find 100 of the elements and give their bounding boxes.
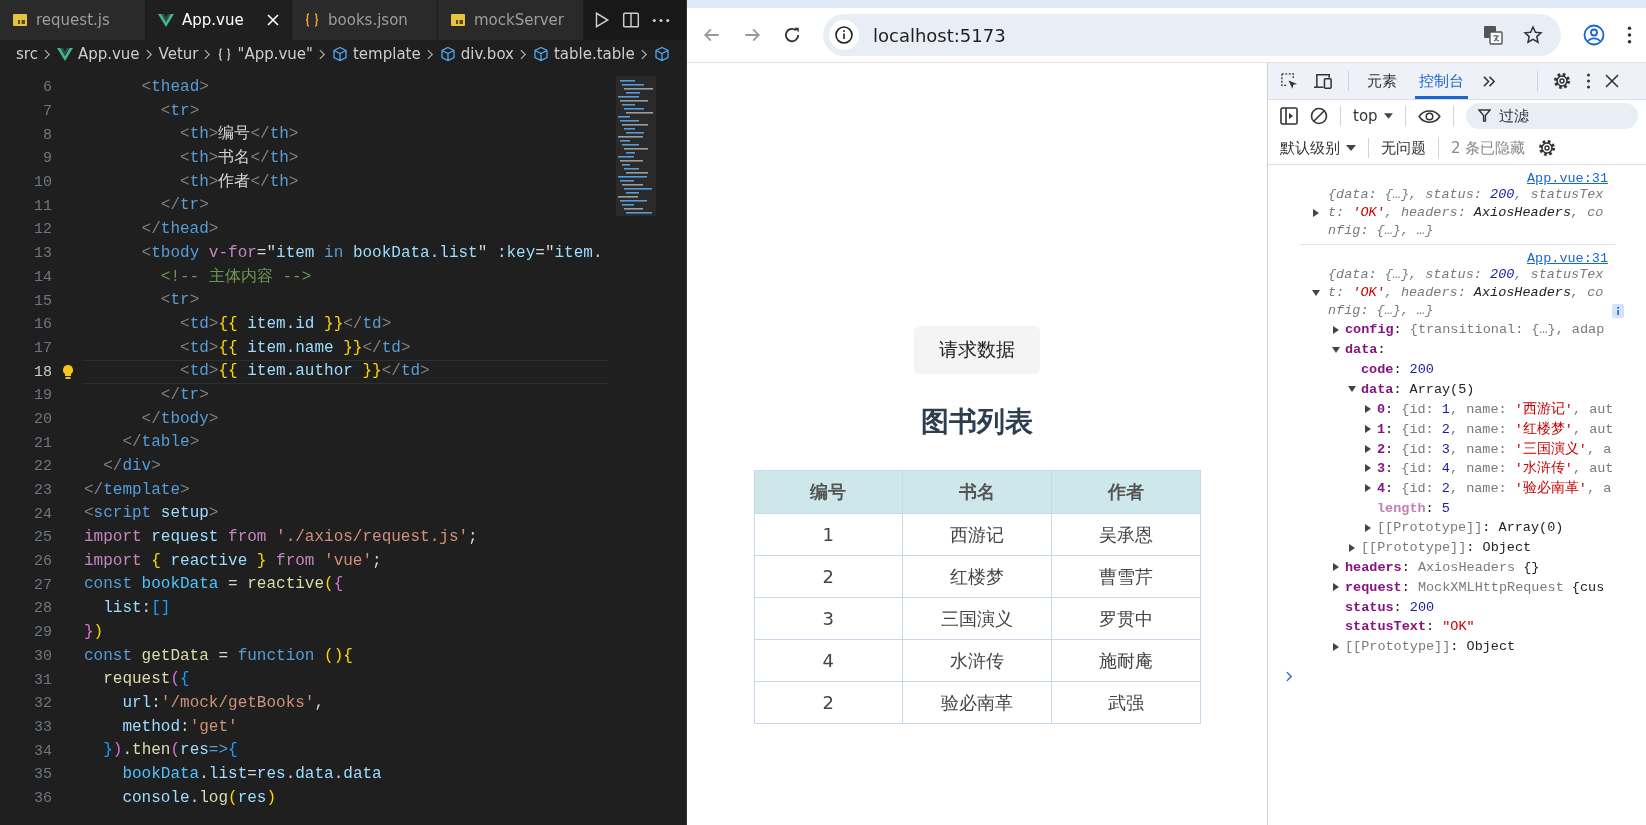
more-icon[interactable] — [652, 17, 670, 23]
caret-icon[interactable] — [1348, 385, 1356, 394]
property-row: [[Prototype]]: Object — [1345, 639, 1516, 655]
property-row: code: 200 — [1361, 362, 1434, 377]
vue-file-icon — [56, 46, 73, 62]
log-summary[interactable]: {data: {…}, status: 200, statusText: 'OK', headers: AxiosHeaders, config: {…}, …} — [1324, 266, 1609, 320]
line-number: 16 — [33, 316, 52, 334]
property-row: data: Array(5) — [1361, 381, 1475, 397]
code-line: </tr> — [159, 384, 210, 406]
devtools-tab[interactable]: 元素 — [1363, 63, 1401, 99]
line-number: 32 — [33, 695, 52, 713]
code-line: const getData = function (){ — [84, 645, 354, 667]
log-summary[interactable]: {data: {…}, status: 200, statusText: 'OK', headers: AxiosHeaders, config: {…}, …} — [1324, 186, 1609, 240]
breadcrumb-item[interactable]: Vetur — [158, 45, 199, 63]
more-icon[interactable] — [1586, 73, 1591, 89]
sidebar-icon[interactable] — [1280, 107, 1298, 125]
settings-icon[interactable] — [1537, 138, 1558, 158]
caret-icon[interactable] — [1332, 563, 1340, 572]
cube-icon — [331, 46, 348, 62]
caret-icon[interactable] — [1364, 484, 1372, 493]
column-header: 书名 — [902, 470, 1052, 514]
caret-icon[interactable] — [1312, 289, 1320, 297]
breadcrumb-item[interactable]: src — [16, 45, 38, 63]
chevron-icon — [43, 48, 51, 60]
breadcrumb-item[interactable]: "App.vue" — [237, 45, 313, 63]
devtools-tab[interactable]: 控制台 — [1415, 63, 1468, 99]
dropdown-caret-icon — [1383, 113, 1393, 119]
log-level-dropdown[interactable]: 默认级别 — [1280, 138, 1356, 158]
line-number: 14 — [33, 268, 52, 286]
breadcrumb-item[interactable]: div.box — [460, 45, 514, 63]
line-number: 15 — [33, 292, 52, 310]
address-bar[interactable]: localhost:5173 — [823, 14, 1561, 56]
code-line: <td>{{ item.id }}</td> — [179, 313, 393, 335]
caret-icon[interactable] — [1364, 464, 1372, 473]
source-link[interactable]: App.vue:31 — [1527, 171, 1608, 186]
code-line: <td>{{ item.name }}</td> — [179, 337, 412, 359]
settings-icon[interactable] — [1552, 71, 1572, 91]
code-line: import request from './axios/request.js'; — [84, 527, 479, 549]
code-line: url:'/mock/getBooks', — [121, 692, 326, 714]
code-line: </tr> — [159, 195, 210, 217]
chevron-icon — [426, 48, 434, 60]
caret-icon[interactable] — [1332, 325, 1340, 334]
breadcrumb-item[interactable]: table.table — [554, 45, 635, 63]
braces-icon — [217, 46, 233, 62]
split-editor-icon[interactable] — [622, 11, 640, 29]
line-number: 27 — [33, 576, 52, 594]
reload-icon[interactable] — [783, 26, 801, 44]
column-header: 作者 — [1051, 470, 1200, 514]
property-row: length: 5 — [1377, 500, 1450, 516]
request-data-button[interactable]: 请求数据 — [914, 326, 1040, 374]
code-line: <th>作者</th> — [179, 171, 300, 193]
dropdown-caret-icon — [1346, 145, 1356, 151]
line-number: 7 — [42, 103, 52, 121]
profile-icon[interactable] — [1583, 24, 1605, 46]
caret-icon[interactable] — [1364, 424, 1372, 433]
prompt-icon[interactable] — [1286, 670, 1293, 682]
caret-icon[interactable] — [1364, 523, 1372, 532]
line-number: 26 — [33, 553, 52, 571]
code-line: <tr> — [159, 290, 201, 312]
lightbulb-icon[interactable] — [62, 364, 74, 381]
code-line: <tr> — [159, 100, 201, 122]
clear-console-icon[interactable] — [1310, 107, 1328, 125]
caret-icon[interactable] — [1348, 543, 1356, 552]
column-header: 编号 — [754, 470, 903, 514]
js-file-icon — [450, 12, 466, 28]
device-toolbar-icon[interactable] — [1313, 71, 1334, 91]
forward-icon[interactable] — [743, 26, 761, 44]
caret-icon[interactable] — [1332, 583, 1340, 592]
filter-field[interactable]: 过滤 — [1465, 103, 1638, 129]
info-icon[interactable] — [829, 20, 859, 50]
caret-icon[interactable] — [1364, 405, 1372, 414]
code-line: <!-- 主体内容 --> — [159, 266, 313, 288]
close-icon[interactable] — [1605, 74, 1619, 88]
menu-icon[interactable] — [1627, 26, 1632, 44]
line-number: 11 — [33, 197, 52, 215]
issues-button[interactable]: 无问题 — [1381, 138, 1426, 158]
editor-tab[interactable]: App.vue — [146, 0, 292, 40]
filter-icon — [1477, 109, 1491, 122]
inspect-icon[interactable] — [1280, 71, 1299, 91]
editor-tab[interactable]: request.js — [0, 0, 146, 40]
table-cell: 3 — [754, 597, 903, 640]
caret-icon[interactable] — [1364, 444, 1372, 453]
caret-icon[interactable] — [1332, 642, 1340, 651]
breadcrumb-item[interactable]: App.vue — [77, 45, 140, 63]
editor-tab[interactable]: mockServer — [438, 0, 584, 40]
star-icon[interactable] — [1523, 25, 1543, 45]
code-line: }).then(res=>{ — [102, 740, 239, 762]
caret-icon[interactable] — [1312, 209, 1320, 217]
minimap-drawing[interactable] — [616, 76, 656, 216]
caret-icon[interactable] — [1332, 345, 1340, 354]
context-dropdown[interactable]: top — [1353, 107, 1393, 125]
back-icon[interactable] — [703, 26, 721, 44]
editor-tab[interactable]: books.json — [292, 0, 438, 40]
breadcrumb-item[interactable]: template — [352, 45, 421, 63]
property-row-text: 2: {id: 3, name: '三国演义', a — [1377, 440, 1612, 458]
translate-icon[interactable] — [1483, 25, 1503, 45]
eye-icon[interactable] — [1417, 108, 1441, 124]
more-tabs-icon[interactable] — [1482, 74, 1497, 88]
source-link[interactable]: App.vue:31 — [1527, 251, 1608, 266]
table-cell: 水浒传 — [902, 639, 1052, 682]
